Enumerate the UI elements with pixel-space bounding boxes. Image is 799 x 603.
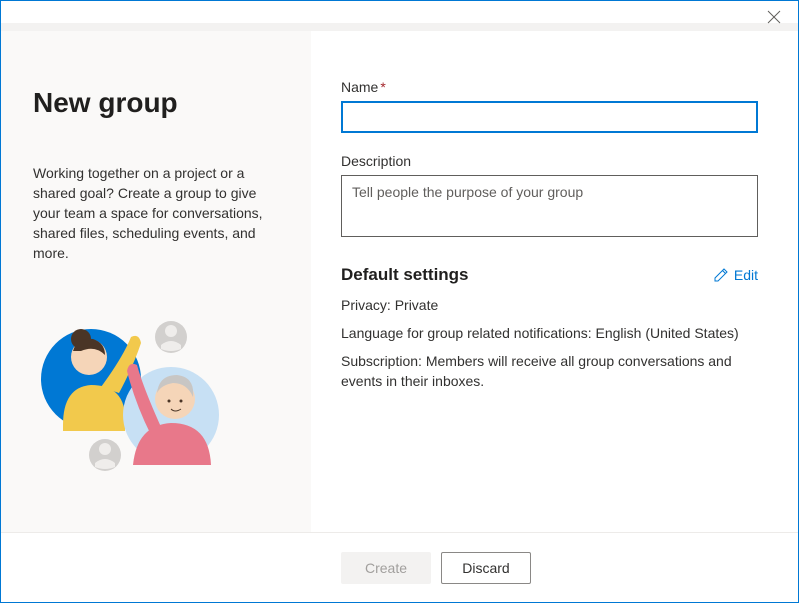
- language-setting: Language for group related notifications…: [341, 323, 758, 343]
- edit-settings-link[interactable]: Edit: [714, 267, 758, 283]
- settings-header: Default settings Edit: [341, 265, 758, 285]
- privacy-setting: Privacy: Private: [341, 295, 758, 315]
- dialog-body: New group Working together on a project …: [1, 31, 798, 532]
- create-button[interactable]: Create: [341, 552, 431, 584]
- description-input[interactable]: [341, 175, 758, 237]
- close-button[interactable]: [758, 5, 790, 29]
- header-strip: [1, 23, 798, 31]
- form-panel: Name* Description Default settings Edit …: [311, 31, 798, 532]
- people-illustration: [33, 307, 233, 487]
- required-indicator: *: [380, 79, 385, 95]
- settings-title: Default settings: [341, 265, 469, 285]
- discard-button[interactable]: Discard: [441, 552, 531, 584]
- close-icon: [767, 10, 781, 24]
- description-label: Description: [341, 153, 758, 169]
- dialog-title: New group: [33, 87, 279, 119]
- dialog-footer: Create Discard: [1, 532, 798, 602]
- new-group-dialog: New group Working together on a project …: [0, 0, 799, 603]
- subscription-setting: Subscription: Members will receive all g…: [341, 351, 758, 391]
- pencil-icon: [714, 268, 728, 282]
- dialog-description: Working together on a project or a share…: [33, 163, 279, 263]
- info-panel: New group Working together on a project …: [1, 31, 311, 532]
- name-input[interactable]: [341, 101, 758, 133]
- name-label: Name*: [341, 79, 758, 95]
